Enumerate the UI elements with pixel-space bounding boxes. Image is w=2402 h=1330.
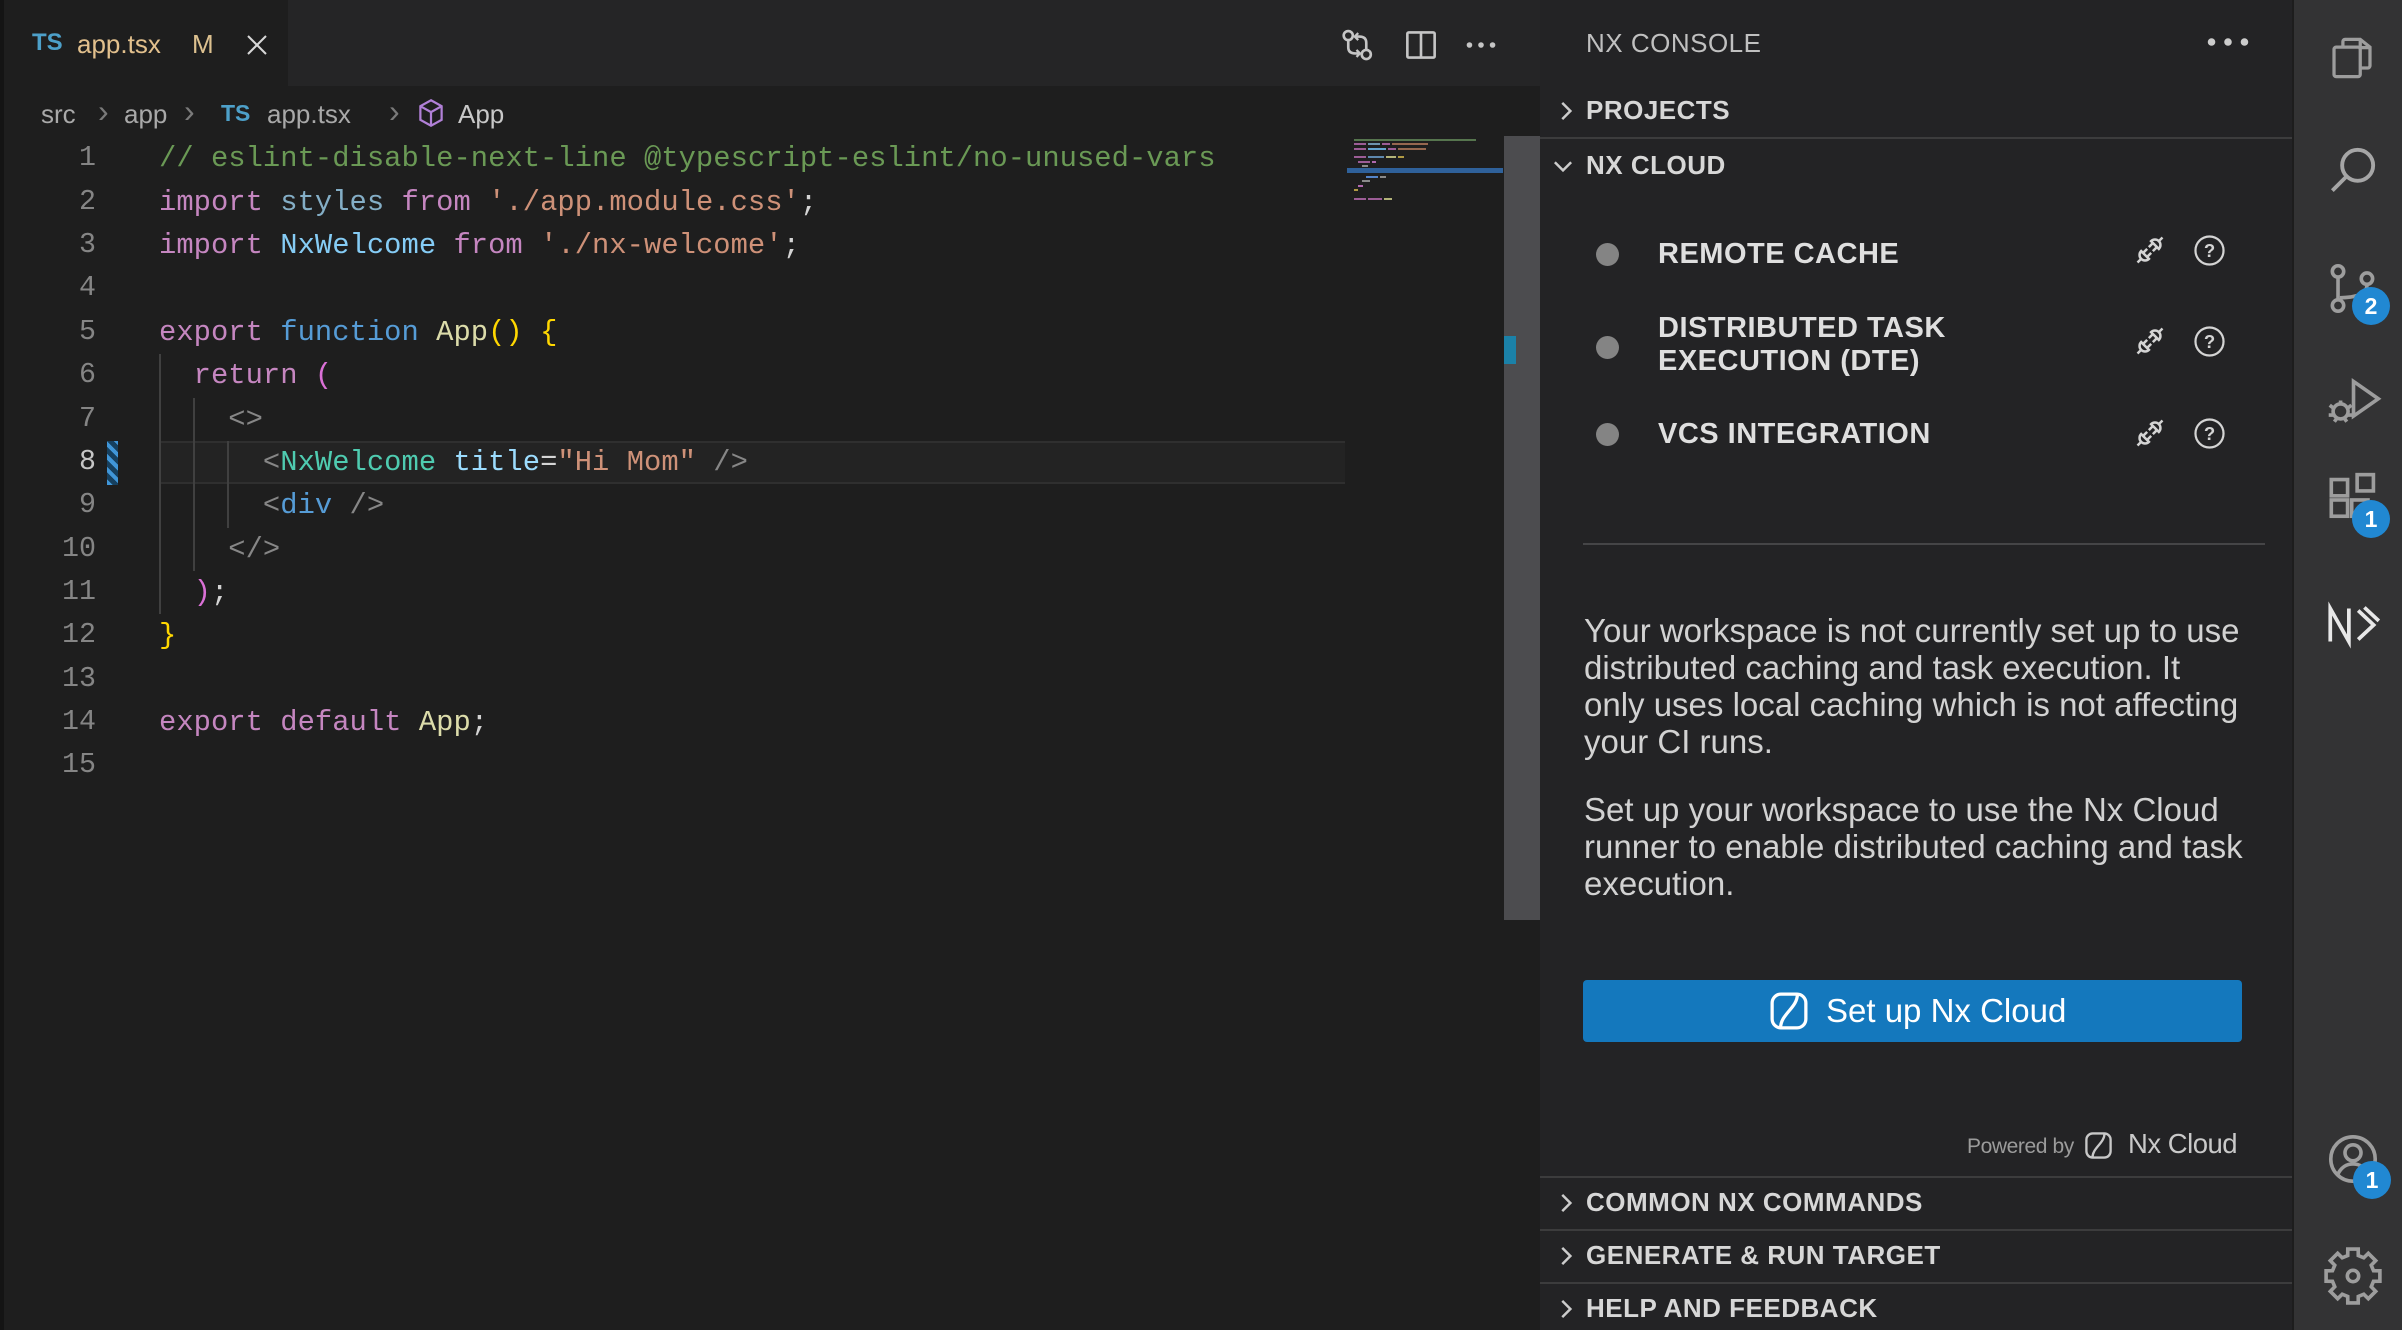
svg-text:?: ? xyxy=(2204,240,2215,261)
svg-text:?: ? xyxy=(2204,423,2215,444)
svg-text:?: ? xyxy=(2204,331,2215,352)
